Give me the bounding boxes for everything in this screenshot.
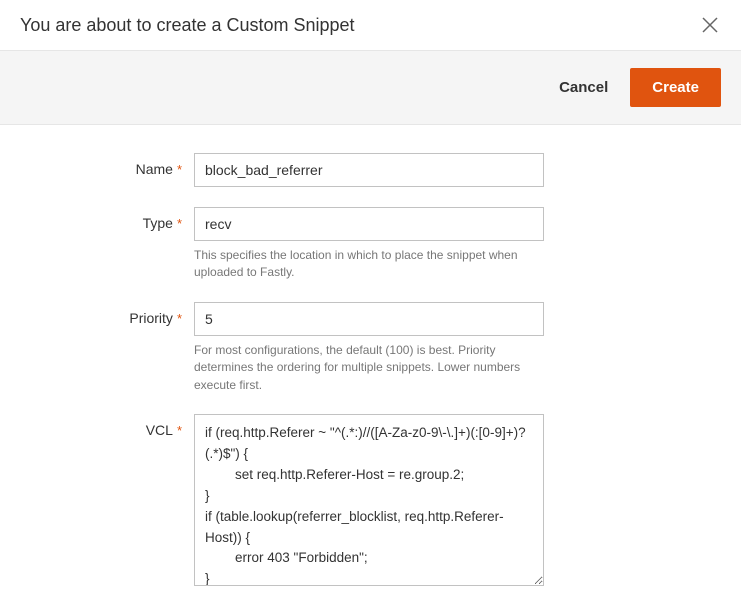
name-label: Name (136, 161, 173, 177)
form-row-priority: Priority * For most configurations, the d… (0, 302, 741, 394)
cancel-button[interactable]: Cancel (553, 71, 614, 104)
type-input[interactable] (194, 207, 544, 241)
required-mark: * (177, 311, 182, 326)
priority-input[interactable] (194, 302, 544, 336)
form-container: Name * Type * This specifies the location … (0, 125, 741, 591)
form-row-vcl: VCL * (0, 414, 741, 591)
required-mark: * (177, 423, 182, 438)
name-input[interactable] (194, 153, 544, 187)
dialog-header: You are about to create a Custom Snippet (0, 0, 741, 50)
priority-help-text: For most configurations, the default (10… (194, 342, 544, 394)
vcl-label: VCL (146, 422, 173, 438)
required-mark: * (177, 216, 182, 231)
action-bar: Cancel Create (0, 50, 741, 125)
create-button[interactable]: Create (630, 68, 721, 107)
close-icon[interactable] (699, 14, 721, 36)
form-row-type: Type * This specifies the location in whi… (0, 207, 741, 282)
form-row-name: Name * (0, 153, 741, 187)
vcl-textarea[interactable] (194, 414, 544, 586)
type-help-text: This specifies the location in which to … (194, 247, 544, 282)
dialog-title: You are about to create a Custom Snippet (20, 15, 355, 36)
priority-label: Priority (129, 310, 173, 326)
required-mark: * (177, 162, 182, 177)
type-label: Type (143, 215, 173, 231)
